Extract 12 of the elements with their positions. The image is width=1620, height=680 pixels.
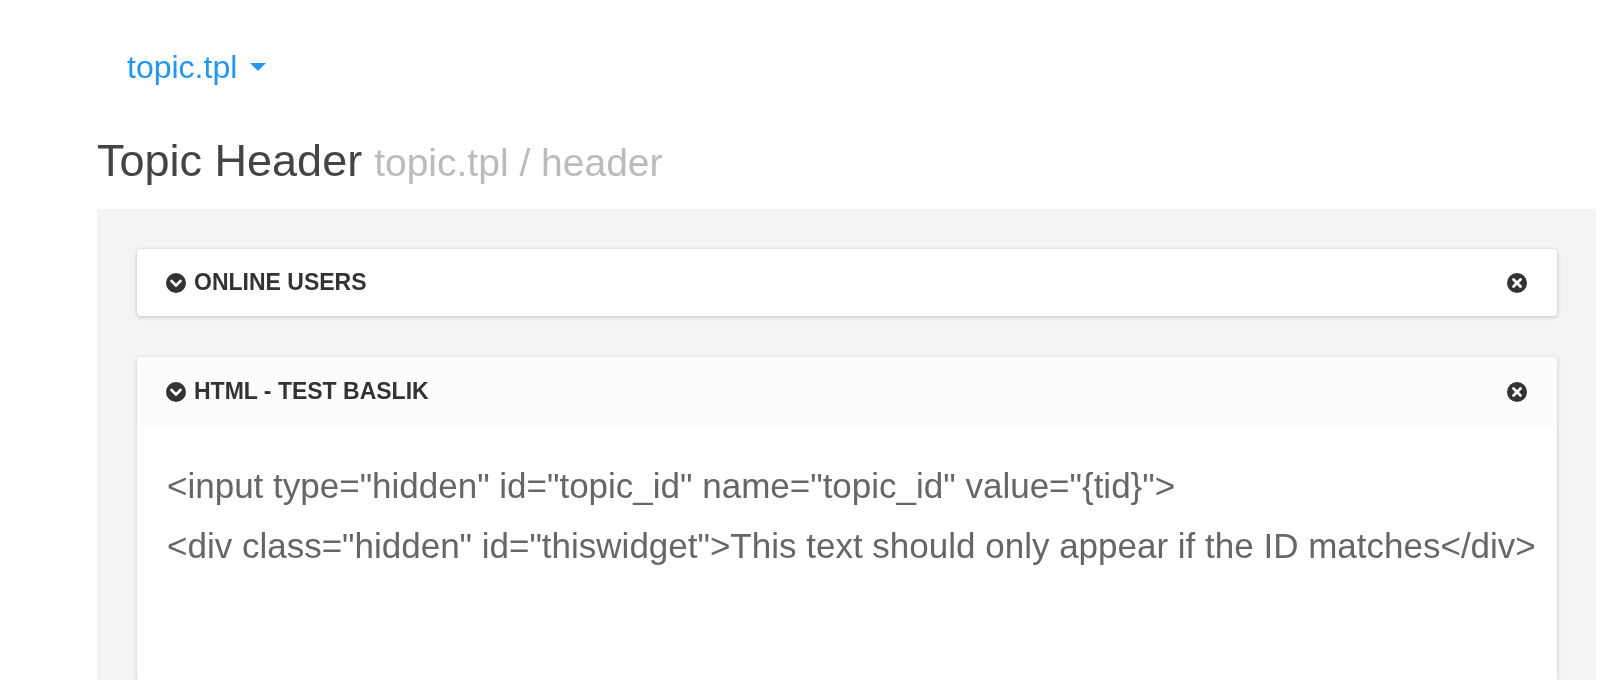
widget-title: HTML - TEST BASLIK: [194, 377, 429, 407]
close-icon[interactable]: [1507, 381, 1527, 402]
widget-title: ONLINE USERS: [194, 268, 367, 298]
page-subtitle: topic.tpl / header: [374, 140, 663, 186]
template-dropdown[interactable]: topic.tpl: [127, 47, 267, 87]
close-icon[interactable]: [1507, 272, 1527, 293]
chevron-down-circle-icon[interactable]: [166, 272, 186, 293]
code-line: <div class="hidden" id="thiswidget">This text should only appear if the ID matches</div>: [167, 525, 1536, 567]
caret-down-icon: [250, 63, 267, 71]
page-title: Topic Header: [97, 135, 363, 187]
chevron-down-circle-icon[interactable]: [166, 381, 186, 402]
code-line: <input type="hidden" id="topic_id" name="topic_id" value="{tid}">: [167, 465, 1176, 507]
